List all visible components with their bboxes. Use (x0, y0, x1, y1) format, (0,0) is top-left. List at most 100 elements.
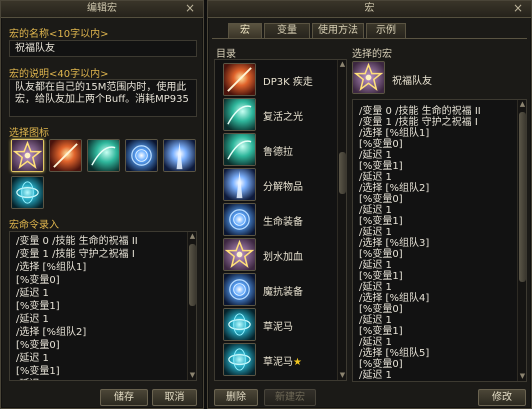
teal-swirl-icon[interactable] (87, 139, 120, 172)
list-item-label: 生命装备 (263, 217, 303, 228)
command-line: /选择 [%组队3] (359, 238, 430, 249)
command-line: /变量 1 /技能 守护之祝福 I (16, 249, 135, 260)
macro-command-input[interactable]: /变量 0 /技能 生命的祝福 II/变量 1 /技能 守护之祝福 I/选择 [… (9, 231, 197, 381)
command-line: [%变量0] (359, 194, 403, 205)
scroll-down-icon[interactable]: ▼ (188, 371, 196, 380)
command-line: /延迟 1 (359, 337, 392, 348)
close-icon[interactable]: × (183, 1, 197, 17)
command-line: [%变量0] (16, 340, 60, 351)
scroll-up-icon[interactable]: ▲ (188, 232, 196, 241)
list-item[interactable]: 草泥马★ (223, 343, 339, 376)
command-line: /变量 1 /技能 守护之祝福 I (359, 117, 478, 128)
command-line: [%变量1] (359, 271, 403, 282)
macro-list: DP3K 疾走 复活之光鲁德拉分解物品生命装备划水加血魔抗装备 草泥马草泥马★ ▲ … (214, 59, 347, 381)
list-item-label: 复活之光 (263, 112, 303, 123)
list-item[interactable]: 复活之光 (223, 98, 339, 131)
command-line: /延迟 1 (359, 282, 392, 293)
tab-macro[interactable]: 宏 (228, 23, 262, 38)
tab-usage[interactable]: 使用方法 (312, 23, 364, 38)
list-item[interactable]: 草泥马 (223, 308, 339, 341)
command-line: /延迟 1 (359, 370, 392, 381)
blue-vortex-icon[interactable] (125, 139, 158, 172)
macro-list-label: 目录 (216, 49, 236, 60)
command-line: /延迟 1 (359, 205, 392, 216)
selected-macro-label: 选择的宏 (352, 49, 392, 60)
blue-vortex-icon (223, 203, 256, 236)
cyan-tornado-icon (223, 343, 256, 376)
scroll-up-icon[interactable]: ▲ (338, 60, 346, 69)
list-item[interactable]: 鲁德拉 (223, 133, 339, 166)
command-line: [%变量0] (359, 304, 403, 315)
macro-command-lines: /变量 0 /技能 生命的祝福 II/变量 1 /技能 守护之祝福 I/选择 [… (10, 232, 196, 380)
macro-list-scrollbar[interactable]: ▲ ▼ (337, 60, 346, 380)
command-line: /延迟 1 (359, 260, 392, 271)
scroll-thumb[interactable] (339, 152, 346, 194)
edit-macro-titlebar[interactable]: 编辑宏 × (1, 1, 203, 18)
window-title: 宏 (364, 3, 375, 14)
cancel-button[interactable]: 取消 (152, 389, 197, 406)
list-item-label: 草泥马★ (263, 357, 302, 368)
macro-command-lines: /变量 0 /技能 生命的祝福 II/变量 1 /技能 守护之祝福 I/选择 [… (353, 100, 526, 381)
list-item[interactable]: DP3K 疾走 (223, 63, 339, 96)
selected-macro-commands: /变量 0 /技能 生命的祝福 II/变量 1 /技能 守护之祝福 I/选择 [… (352, 99, 527, 382)
edit-button[interactable]: 修改 (478, 389, 526, 406)
command-line: /选择 [%组队2] (16, 327, 87, 338)
command-line: /变量 0 /技能 生命的祝福 II (16, 236, 138, 247)
command-line: [%变量0] (16, 275, 60, 286)
command-line: [%变量1] (359, 216, 403, 227)
command-line: /延迟 1 (359, 172, 392, 183)
cyan-tornado-icon (223, 308, 256, 341)
close-icon[interactable]: × (511, 1, 525, 17)
delete-button[interactable]: 删除 (214, 389, 258, 406)
light-pillar-icon[interactable] (163, 139, 196, 172)
pentagram-star-icon (223, 238, 256, 271)
command-line: [%变量0] (359, 139, 403, 150)
command-line: [%变量1] (359, 161, 403, 172)
macro-titlebar[interactable]: 宏 × (208, 1, 531, 18)
window-title: 编辑宏 (87, 3, 117, 14)
command-line: /延迟 1 (359, 315, 392, 326)
scroll-thumb[interactable] (519, 112, 526, 282)
macro-desc-value: 队友都在自己的15M范围内时，使用此宏，给队友加上两个Buff。消耗MP935 (15, 82, 189, 105)
edit-macro-window: 编辑宏 × 宏的名称<10字以内> 祝福队友 宏的说明<40字以内> 队友都在自… (0, 0, 204, 409)
command-line: /延迟 1 (359, 227, 392, 238)
command-line: /选择 [%组队1] (16, 262, 87, 273)
list-item[interactable]: 分解物品 (223, 168, 339, 201)
command-line: /延迟 1 (16, 353, 49, 364)
command-line: [%变量1] (359, 326, 403, 337)
macro-name-label: 宏的名称<10字以内> (9, 29, 109, 40)
command-line: /选择 [%组队2] (359, 183, 430, 194)
list-item-label: 分解物品 (263, 182, 303, 193)
command-scrollbar[interactable]: ▲ ▼ (517, 100, 526, 381)
list-item[interactable]: 魔抗装备 (223, 273, 339, 306)
list-item[interactable]: 生命装备 (223, 203, 339, 236)
command-line: /变量 0 /技能 生命的祝福 II (359, 106, 481, 117)
scroll-thumb[interactable] (189, 244, 196, 306)
macro-desc-label: 宏的说明<40字以内> (9, 69, 109, 80)
macro-desc-input[interactable]: 队友都在自己的15M范围内时，使用此宏，给队友加上两个Buff。消耗MP935 (9, 79, 197, 117)
save-button[interactable]: 储存 (100, 389, 148, 406)
tab-variables[interactable]: 变量 (264, 23, 310, 38)
light-pillar-icon (223, 168, 256, 201)
teal-swirl-icon (223, 98, 256, 131)
macro-window: 宏 × 宏 变量 使用方法 示例 目录 DP3K 疾走 复活之光鲁德拉分解物品生命… (207, 0, 532, 409)
cyan-tornado-icon[interactable] (11, 176, 44, 209)
command-scrollbar[interactable]: ▲ ▼ (187, 232, 196, 380)
list-item-label: DP3K 疾走 (263, 77, 313, 88)
list-item[interactable]: 划水加血 (223, 238, 339, 271)
tab-examples[interactable]: 示例 (366, 23, 406, 38)
macro-name-input[interactable]: 祝福队友 (9, 40, 197, 57)
scroll-down-icon[interactable]: ▼ (338, 371, 346, 380)
command-line: [%变量1] (16, 301, 60, 312)
blue-vortex-icon (223, 273, 256, 306)
command-line: /延迟 1 (16, 288, 49, 299)
pentagram-star-icon[interactable] (11, 139, 44, 172)
command-line: /延迟 1 (359, 150, 392, 161)
scroll-up-icon[interactable]: ▲ (518, 100, 526, 109)
command-line: /选择 [%组队5] (359, 348, 430, 359)
list-item-label: 划水加血 (263, 252, 303, 263)
scroll-down-icon[interactable]: ▼ (518, 372, 526, 381)
command-line: /延迟 1 (16, 378, 190, 380)
sunburst-slash-icon[interactable] (49, 139, 82, 172)
new-macro-button[interactable]: 新建宏 (264, 389, 316, 406)
